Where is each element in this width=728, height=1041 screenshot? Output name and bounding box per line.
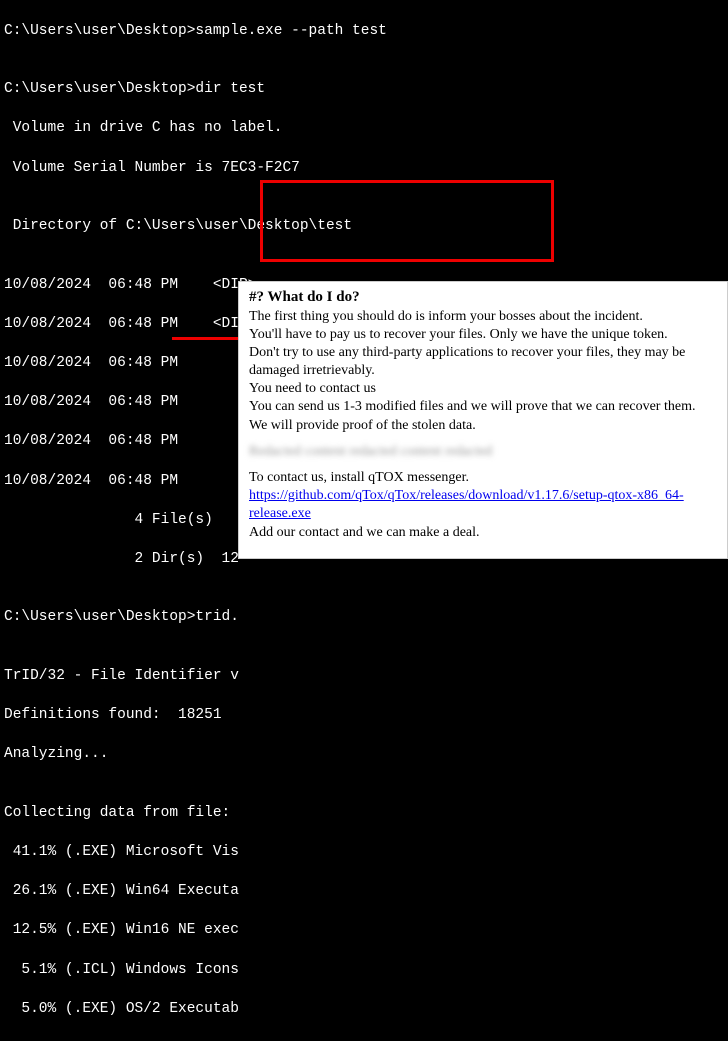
pct-line: 26.1% (.EXE) Win64 Executa: [4, 882, 724, 902]
pct-line: 12.5% (.EXE) Win16 NE exec: [4, 921, 724, 941]
note-paragraph: You'll have to pay us to recover your fi…: [249, 326, 717, 344]
output-line: Volume Serial Number is 7EC3-F2C7: [4, 159, 724, 179]
prompt-line: C:\Users\user\Desktop>dir test: [4, 80, 724, 100]
note-paragraph: We will provide proof of the stolen data…: [249, 417, 717, 435]
pct-line: 5.1% (.ICL) Windows Icons: [4, 961, 724, 981]
note-redacted: Redacted content redacted content redact…: [249, 443, 717, 461]
output-line: Definitions found: 18251: [4, 706, 724, 726]
pct-line: 41.1% (.EXE) Microsoft Vis: [4, 843, 724, 863]
note-paragraph: You need to contact us: [249, 380, 717, 398]
output-line: Volume in drive C has no label.: [4, 119, 724, 139]
note-paragraph: The first thing you should do is inform …: [249, 308, 717, 326]
pct-line: 5.0% (.EXE) OS/2 Executab: [4, 1000, 724, 1020]
output-line: Directory of C:\Users\user\Desktop\test: [4, 217, 724, 237]
prompt-line: C:\Users\user\Desktop>trid.: [4, 608, 724, 628]
qtox-download-link[interactable]: https://github.com/qTox/qTox/releases/do…: [249, 488, 684, 521]
prompt-line: C:\Users\user\Desktop>sample.exe --path …: [4, 22, 724, 42]
output-line: Analyzing...: [4, 745, 724, 765]
output-line: TrID/32 - File Identifier v: [4, 667, 724, 687]
note-paragraph: To contact us, install qTOX messenger.: [249, 469, 717, 487]
output-line: Collecting data from file:: [4, 804, 724, 824]
note-paragraph: Don't try to use any third-party applica…: [249, 344, 717, 380]
ransom-note: #? What do I do? The first thing you sho…: [238, 281, 728, 559]
note-paragraph: Add our contact and we can make a deal.: [249, 524, 717, 542]
note-heading: #? What do I do?: [249, 288, 717, 308]
note-paragraph: You can send us 1-3 modified files and w…: [249, 398, 717, 416]
